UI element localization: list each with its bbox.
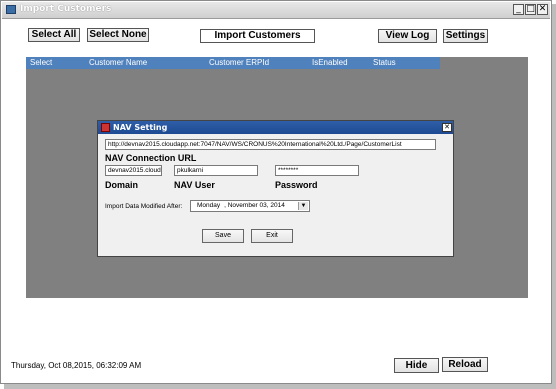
exit-button[interactable]: Exit <box>251 229 293 243</box>
import-date-picker[interactable]: Monday, November 03, 2014 ▼ <box>190 200 310 212</box>
domain-input[interactable]: devnav2015.cloud <box>105 165 162 176</box>
settings-button[interactable]: Settings <box>443 29 488 43</box>
minimize-button[interactable]: _ <box>513 4 524 15</box>
nav-url-input[interactable]: http://devnav2015.cloudapp.net:7047/NAV/… <box>105 139 436 150</box>
reload-button[interactable]: Reload <box>442 357 488 372</box>
grid-header: Select Customer Name Customer ERPId IsEn… <box>26 57 440 69</box>
import-date-label: Import Data Modified After: <box>105 203 183 210</box>
password-input[interactable]: ******** <box>275 165 359 176</box>
password-label: Password <box>275 180 318 190</box>
dialog-close-button[interactable]: ✕ <box>442 123 452 132</box>
nav-setting-dialog: NAV Setting ✕ http://devnav2015.cloudapp… <box>97 120 454 257</box>
dialog-icon <box>101 123 110 132</box>
nav-user-input[interactable]: pkulkarni <box>174 165 258 176</box>
column-customer-erpid[interactable]: Customer ERPId <box>209 57 269 69</box>
column-select[interactable]: Select <box>30 57 52 69</box>
status-timestamp: Thursday, Oct 08,2015, 06:32:09 AM <box>11 361 142 370</box>
column-status[interactable]: Status <box>373 57 396 69</box>
nav-url-label: NAV Connection URL <box>105 153 197 163</box>
date-day: Monday <box>197 202 221 209</box>
column-customer-name[interactable]: Customer Name <box>89 57 147 69</box>
restore-button[interactable]: □ <box>525 4 536 15</box>
close-button[interactable]: ✕ <box>537 4 548 15</box>
dialog-title: NAV Setting <box>113 123 168 132</box>
save-button[interactable]: Save <box>202 229 244 243</box>
select-none-button[interactable]: Select None <box>87 28 149 42</box>
hide-button[interactable]: Hide <box>394 358 439 373</box>
dropdown-arrow-icon[interactable]: ▼ <box>298 202 308 210</box>
date-rest: , November 03, 2014 <box>224 202 285 209</box>
domain-label: Domain <box>105 180 139 190</box>
app-icon <box>6 5 16 14</box>
title-bar: Import Customers _ □ ✕ <box>2 2 550 19</box>
import-customers-button[interactable]: Import Customers <box>200 29 315 43</box>
window-title: Import Customers <box>20 4 112 14</box>
nav-user-label: NAV User <box>174 180 215 190</box>
column-isenabled[interactable]: IsEnabled <box>312 57 348 69</box>
main-window: Import Customers _ □ ✕ Select All Select… <box>0 0 552 384</box>
select-all-button[interactable]: Select All <box>28 28 80 42</box>
dialog-title-bar: NAV Setting ✕ <box>98 121 453 134</box>
view-log-button[interactable]: View Log <box>378 29 437 43</box>
